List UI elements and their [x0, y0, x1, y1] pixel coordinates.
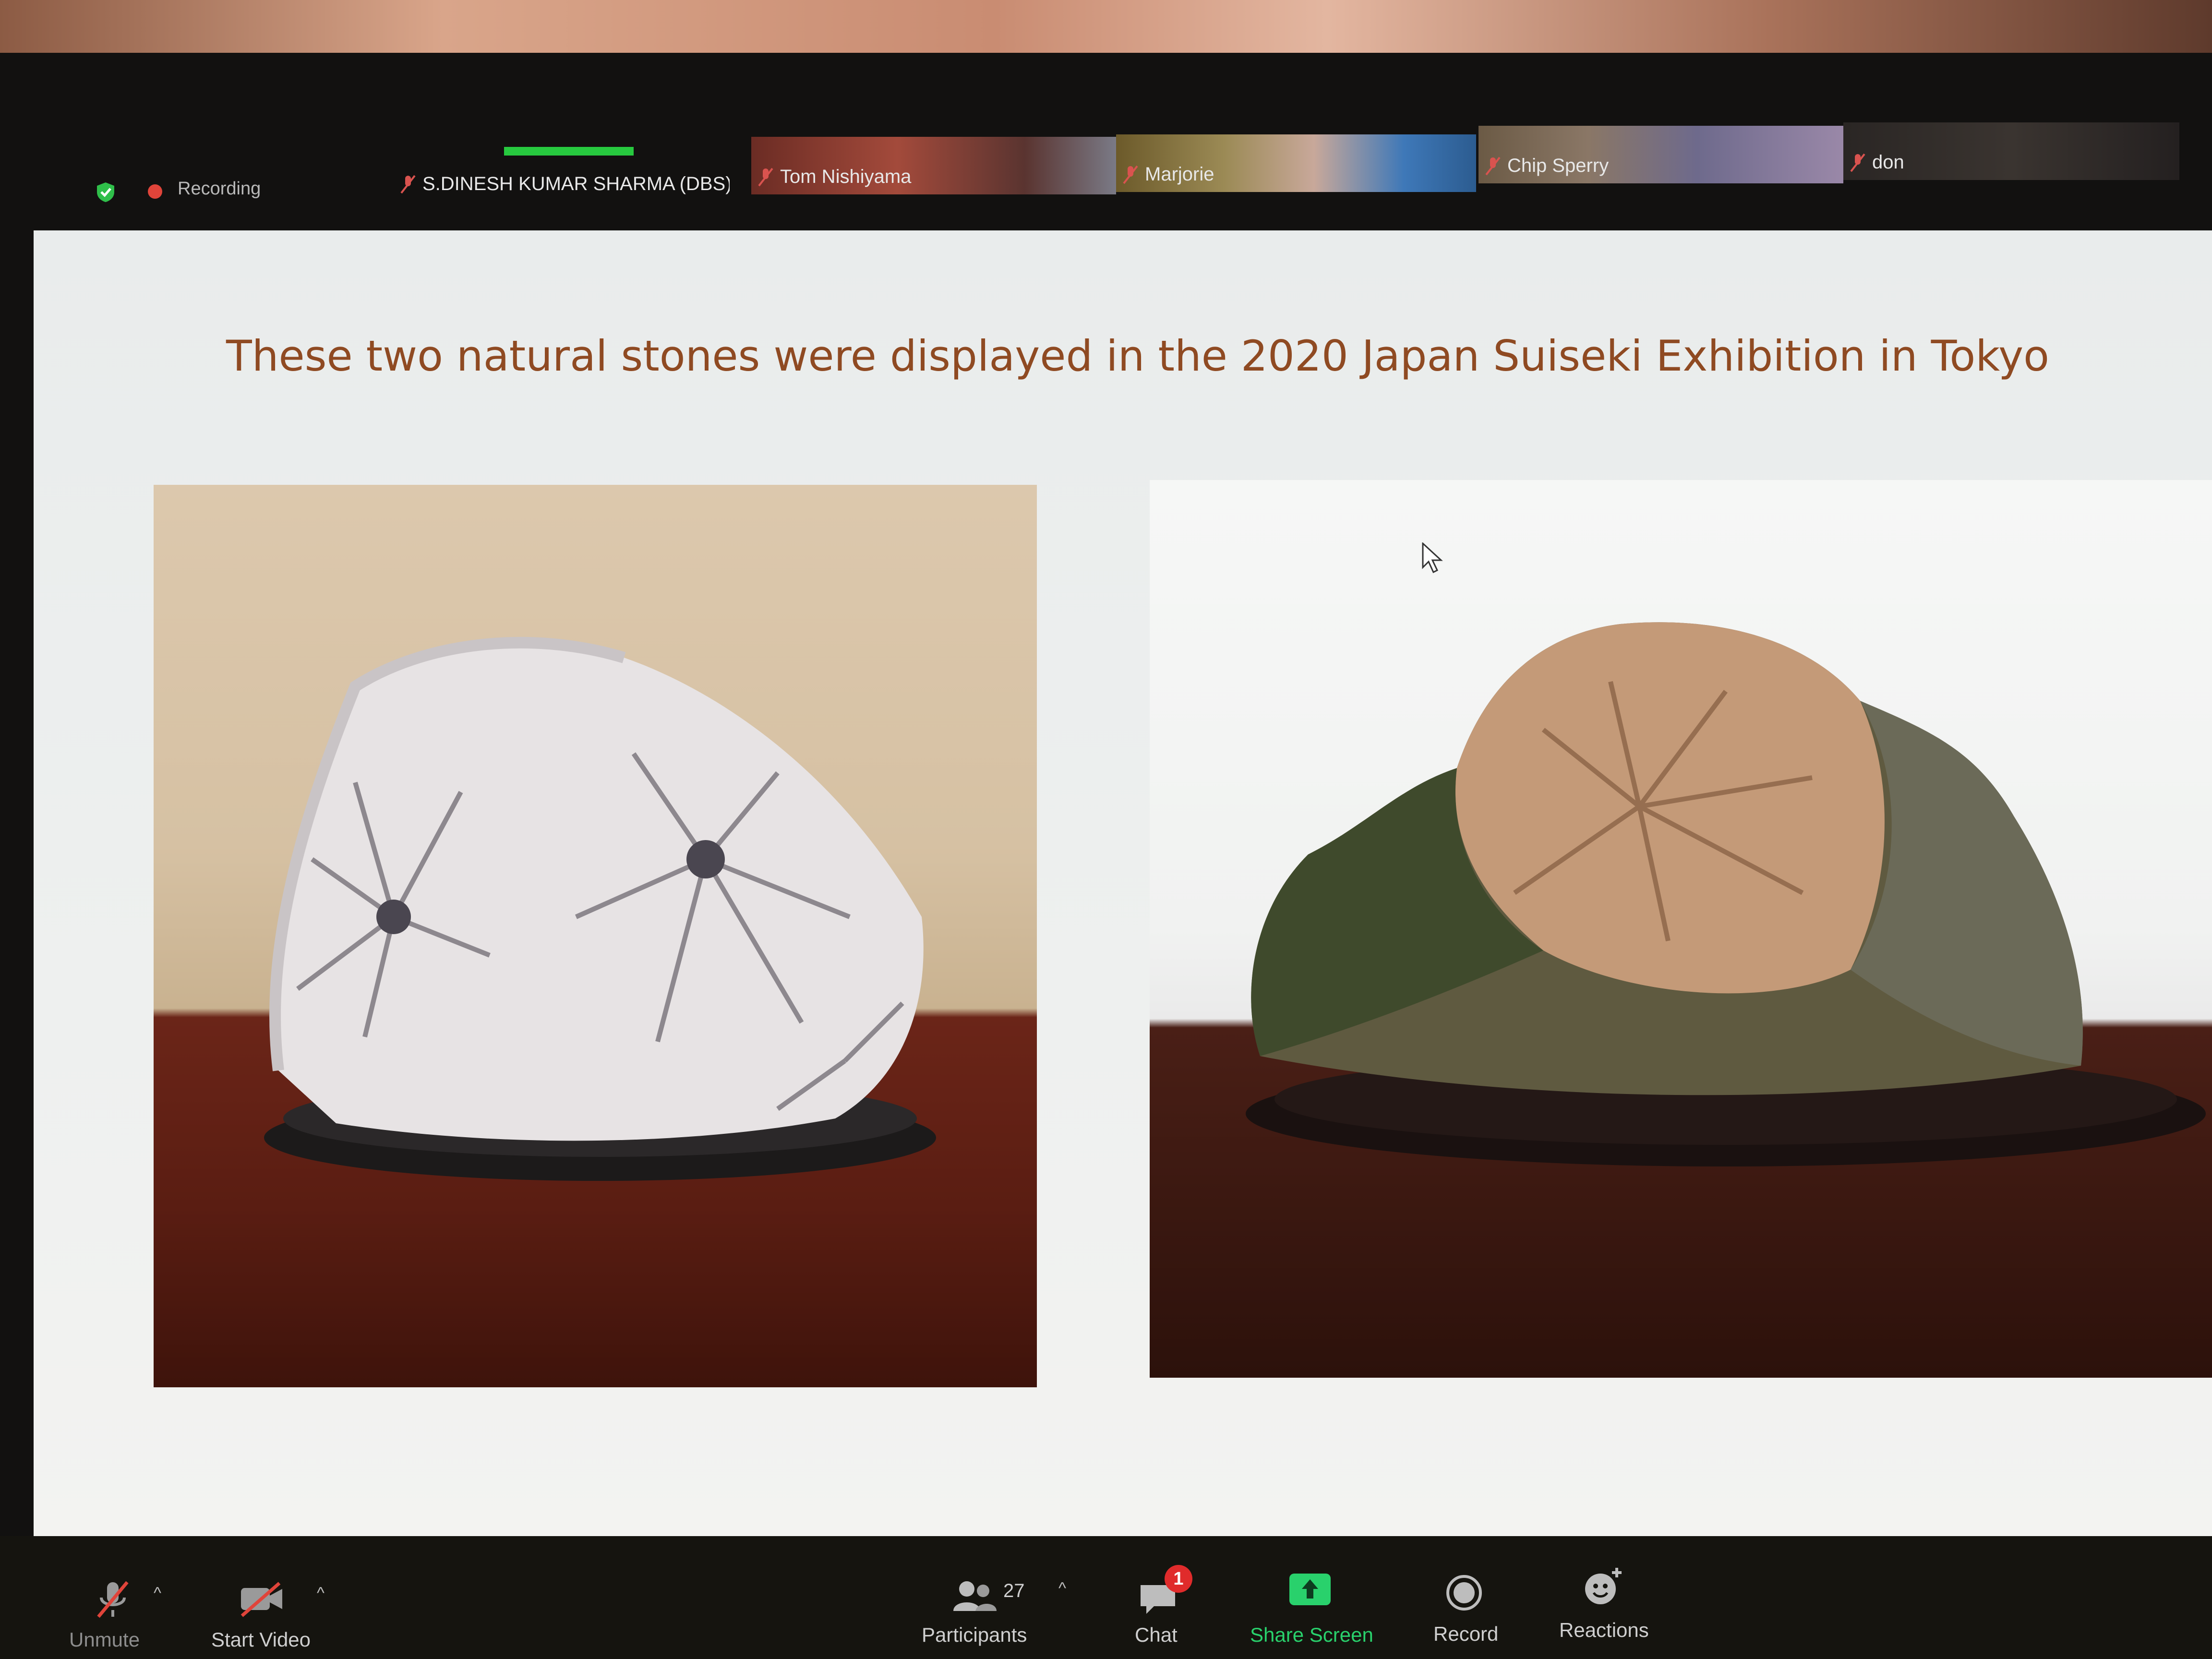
- share-screen-icon: [1289, 1574, 1331, 1605]
- participant-name: Marjorie: [1145, 164, 1214, 185]
- unmute-button[interactable]: Unmute: [62, 1575, 158, 1651]
- video-options-caret[interactable]: ^: [317, 1584, 325, 1603]
- participants-count: 27: [1003, 1580, 1025, 1601]
- meeting-controls-toolbar: [0, 1536, 2212, 1659]
- white-stone-image: [264, 637, 936, 1181]
- stone-photo-brown: [1150, 480, 2212, 1378]
- security-shield-icon[interactable]: [96, 181, 115, 203]
- participant-tile[interactable]: Chip Sperry: [1479, 126, 1843, 183]
- room-background: [0, 0, 2212, 58]
- start-video-button[interactable]: Start Video: [206, 1575, 317, 1651]
- participant-tile[interactable]: Tom Nishiyama: [751, 137, 1116, 194]
- record-icon: [1446, 1575, 1482, 1611]
- mouse-cursor-icon: [1422, 542, 1443, 574]
- participants-label: Participants: [922, 1623, 1027, 1646]
- video-off-icon: [240, 1582, 282, 1617]
- reactions-button[interactable]: Reactions: [1551, 1560, 1656, 1651]
- participant-name: don: [1872, 152, 1904, 173]
- share-screen-button[interactable]: Share Screen: [1238, 1565, 1382, 1651]
- reactions-label: Reactions: [1559, 1619, 1649, 1641]
- recording-indicator-icon: [148, 184, 162, 199]
- chat-button[interactable]: 1 Chat: [1118, 1565, 1200, 1651]
- chat-unread-badge: 1: [1165, 1565, 1192, 1593]
- muted-mic-icon: [758, 168, 773, 187]
- participant-tile[interactable]: don: [1843, 122, 2179, 180]
- participant-tile[interactable]: Marjorie: [1116, 134, 1476, 192]
- record-label: Record: [1433, 1623, 1499, 1645]
- muted-mic-icon: [1850, 153, 1865, 172]
- participants-options-caret[interactable]: ^: [1058, 1579, 1066, 1598]
- start-video-label: Start Video: [211, 1628, 311, 1651]
- participant-name: Chip Sperry: [1507, 155, 1609, 176]
- audio-options-caret[interactable]: ^: [154, 1584, 161, 1603]
- muted-mic-icon: [400, 175, 416, 194]
- unmute-label: Unmute: [69, 1628, 140, 1651]
- brown-stone-image: [1246, 622, 2206, 1166]
- slide-title: These two natural stones were displayed …: [226, 331, 2049, 381]
- chat-label: Chat: [1135, 1623, 1178, 1646]
- participants-button[interactable]: 27 Participants: [912, 1570, 1075, 1651]
- reactions-smiley-icon: [1585, 1568, 1622, 1604]
- stone-photo-white: [154, 485, 1037, 1387]
- muted-microphone-icon: [97, 1581, 129, 1618]
- muted-mic-icon: [1123, 165, 1138, 184]
- participant-tile[interactable]: S.DINESH KUMAR SHARMA (DBS): [394, 144, 730, 202]
- record-button[interactable]: Record: [1421, 1565, 1507, 1651]
- share-screen-label: Share Screen: [1250, 1623, 1373, 1646]
- participant-name: S.DINESH KUMAR SHARMA (DBS): [422, 173, 730, 194]
- participants-icon: [953, 1581, 997, 1611]
- recording-label: Recording: [178, 179, 261, 199]
- participant-name: Tom Nishiyama: [780, 166, 912, 187]
- muted-mic-icon: [1485, 156, 1501, 176]
